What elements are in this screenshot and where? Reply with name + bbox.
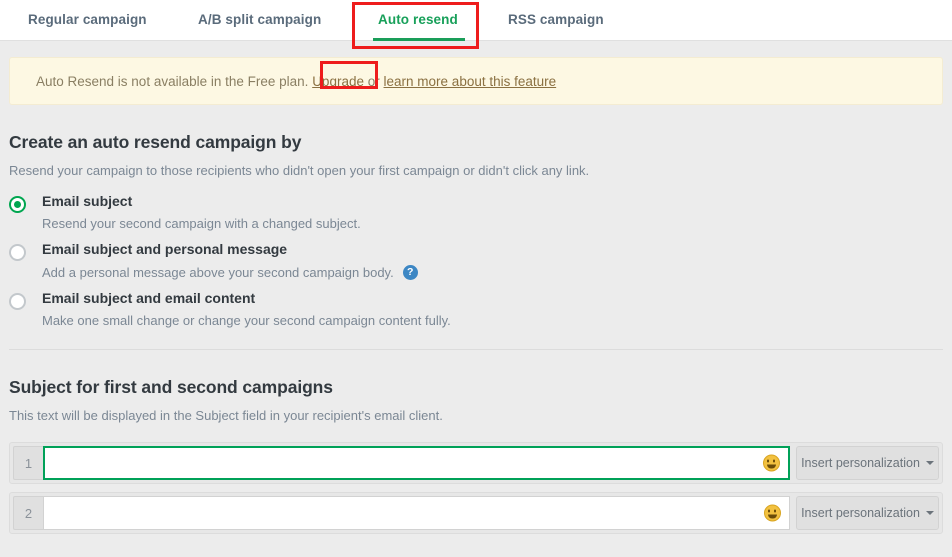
- radio-description-text: Add a personal message above your second…: [42, 264, 394, 280]
- subject-input-2[interactable]: [44, 497, 789, 530]
- smiley-face-icon[interactable]: [763, 454, 780, 472]
- subject-row-1: 1 Insert personalization: [9, 442, 943, 485]
- subject-row-2: 2 Insert personalization: [9, 492, 943, 535]
- radio-label-email-subject-and-personal-message: Email subject and personal message: [42, 241, 288, 258]
- subject-row-number-1: 1: [13, 446, 43, 481]
- tab-rss-campaign[interactable]: RSS campaign: [508, 12, 604, 39]
- campaign-type-tabbar: Regular campaign A/B split campaign Auto…: [0, 0, 952, 49]
- banner-conjunction: or: [367, 73, 380, 89]
- resend-type-radio-group: Email subject Resend your second campaig…: [9, 193, 943, 328]
- subject-section: Subject for first and second campaigns T…: [0, 377, 952, 423]
- subject-section-title: Subject for first and second campaigns: [9, 377, 333, 398]
- create-section-description: Resend your campaign to those recipients…: [9, 163, 590, 178]
- help-question-icon[interactable]: ?: [402, 264, 418, 280]
- learn-more-link[interactable]: learn more about this feature: [384, 74, 557, 89]
- tab-regular-campaign[interactable]: Regular campaign: [28, 12, 147, 39]
- radio-description-email-subject: Resend your second campaign with a chang…: [42, 216, 361, 231]
- chevron-down-icon: [925, 461, 934, 466]
- chevron-down-icon: [925, 511, 934, 516]
- radio-option-texts: Email subject and email content Make one…: [42, 289, 451, 328]
- section-divider: [9, 349, 943, 351]
- radio-description-email-subject-and-email-content: Make one small change or change your sec…: [42, 313, 451, 328]
- radio-label-email-subject: Email subject: [42, 193, 133, 209]
- subject-input-1[interactable]: [45, 448, 788, 479]
- subject-input-wrapper-2: [43, 496, 790, 531]
- banner-message: Auto Resend is not available in the Free…: [36, 73, 309, 89]
- radio-option-email-subject-and-email-content[interactable]: Email subject and email content Make one…: [9, 289, 943, 328]
- radio-button-email-subject-and-personal-message[interactable]: [9, 244, 26, 262]
- radio-option-email-subject-and-personal-message[interactable]: Email subject and personal message Add a…: [9, 241, 943, 280]
- free-plan-notice-banner: Auto Resend is not available in the Free…: [9, 57, 943, 105]
- create-section-title: Create an auto resend campaign by: [9, 132, 302, 152]
- subject-section-description: This text will be displayed in the Subje…: [9, 408, 443, 424]
- subject-rows-list: 1 Insert personalization 2 Insert person…: [0, 442, 952, 535]
- insert-personalization-button-2[interactable]: Insert personalization: [796, 496, 939, 531]
- subject-input-wrapper-1: [43, 446, 790, 481]
- radio-option-texts: Email subject and personal message Add a…: [42, 241, 418, 280]
- upgrade-link[interactable]: Upgrade: [312, 74, 364, 89]
- insert-personalization-label: Insert personalization: [801, 456, 920, 471]
- radio-button-email-subject[interactable]: [9, 196, 26, 213]
- insert-personalization-label: Insert personalization: [801, 506, 920, 521]
- subject-row-number-2: 2: [13, 496, 43, 531]
- create-campaign-section: Create an auto resend campaign by Resend…: [0, 132, 952, 328]
- radio-option-email-subject[interactable]: Email subject Resend your second campaig…: [9, 193, 943, 231]
- tab-ab-split-campaign[interactable]: A/B split campaign: [198, 12, 321, 39]
- radio-description-text: Make one small change or change your sec…: [42, 313, 451, 329]
- banner-text: Auto Resend is not available in the Free…: [10, 74, 556, 89]
- banner-container: Auto Resend is not available in the Free…: [0, 41, 952, 105]
- active-tab-underline: [373, 38, 465, 41]
- radio-description-text: Resend your second campaign with a chang…: [42, 216, 361, 232]
- tab-auto-resend[interactable]: Auto resend: [378, 12, 458, 39]
- radio-option-texts: Email subject Resend your second campaig…: [42, 193, 361, 231]
- smiley-face-icon[interactable]: [764, 504, 781, 522]
- radio-description-email-subject-and-personal-message: Add a personal message above your second…: [42, 264, 418, 280]
- radio-button-email-subject-and-email-content[interactable]: [9, 292, 26, 310]
- insert-personalization-button-1[interactable]: Insert personalization: [796, 446, 939, 481]
- radio-label-email-subject-and-email-content: Email subject and email content: [42, 289, 256, 306]
